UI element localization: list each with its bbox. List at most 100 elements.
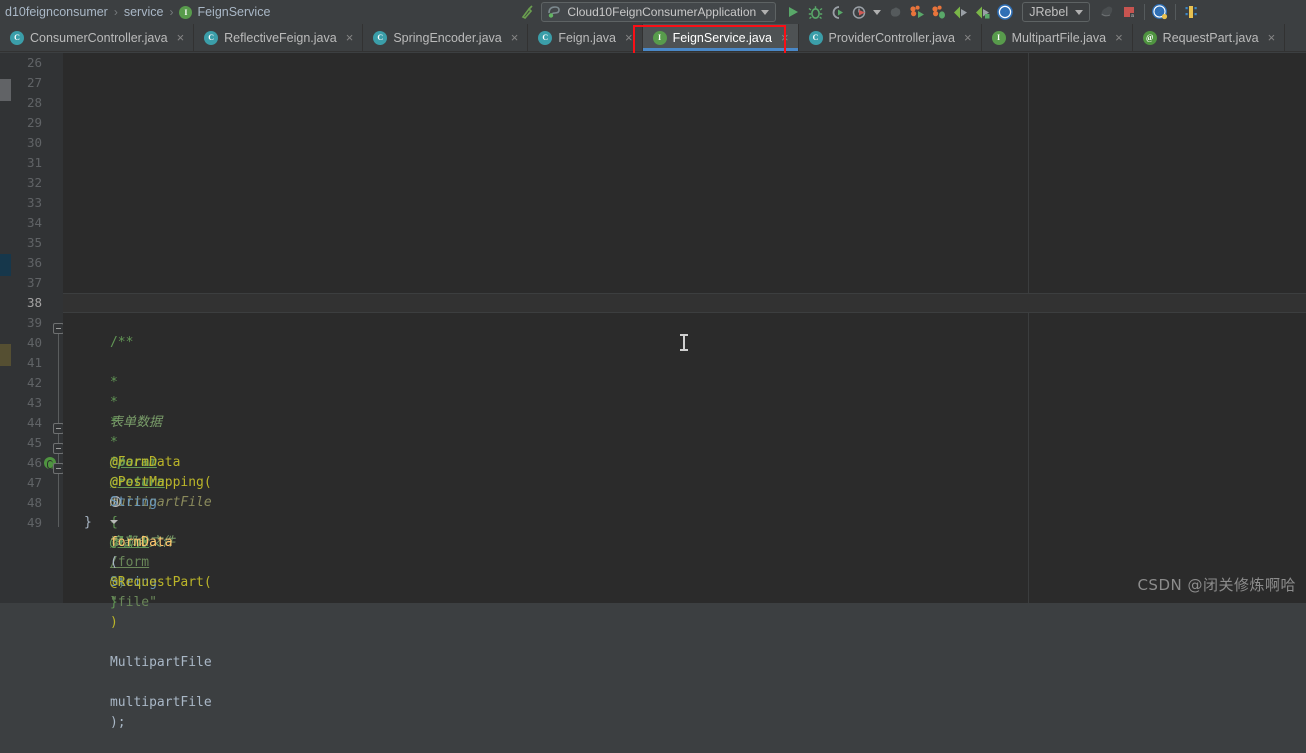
editor-marker-strip[interactable]: [0, 53, 11, 603]
line-number-current: 38: [26, 295, 42, 310]
layout-icon[interactable]: [1180, 2, 1202, 22]
stop-application-button[interactable]: a: [1118, 2, 1140, 22]
toolbar-divider: [1175, 4, 1177, 20]
line-number: 31: [26, 155, 42, 170]
class-icon: C: [808, 30, 823, 45]
run-configuration-selector[interactable]: Cloud10FeignConsumerApplication: [541, 2, 777, 22]
line-number: 27: [26, 75, 42, 90]
line-number: 48: [26, 495, 42, 510]
caret-row-highlight: [63, 293, 1306, 313]
code-editor[interactable]: 26 27 28 29 30 31 32 33 34 35 36 37 38 3…: [0, 53, 1306, 730]
line-number: 35: [26, 235, 42, 250]
annotation-requestpart: @RequestPart(: [109, 575, 212, 590]
code-line-43: * @return { @link String }: [63, 393, 165, 610]
line-number: 36: [26, 255, 42, 270]
tab-label: ReflectiveFeign.java: [224, 30, 337, 45]
tab-close-icon[interactable]: ×: [964, 30, 972, 45]
code-line-47: String formData ( @RequestPart( "file" )…: [63, 473, 212, 730]
main-toolbar: d10feignconsumer › service › I FeignServ…: [0, 0, 1306, 24]
tab-label: SpringEncoder.java: [393, 30, 502, 45]
compass-icon[interactable]: [1149, 2, 1171, 22]
editor-tab-feignservice[interactable]: I FeignService.java ×: [642, 24, 799, 51]
jrebel-debug-button[interactable]: [928, 2, 950, 22]
marker-bookmark-blue: [0, 254, 11, 276]
editor-tab-springencoder[interactable]: C SpringEncoder.java ×: [363, 24, 529, 51]
line-number: 45: [26, 435, 42, 450]
update-running-app-button[interactable]: [1096, 2, 1118, 22]
jrebel-run-button[interactable]: [906, 2, 928, 22]
line-number: 28: [26, 95, 42, 110]
mouse-text-cursor: [680, 334, 688, 351]
run-with-coverage-button[interactable]: [826, 2, 848, 22]
editor-tab-providercontroller[interactable]: C ProviderController.java ×: [798, 24, 982, 51]
line-number: 43: [26, 395, 42, 410]
tab-close-icon[interactable]: ×: [625, 30, 633, 45]
class-icon: C: [204, 30, 219, 45]
line-number: 47: [26, 475, 42, 490]
jrebel-menu-button[interactable]: JRebel: [1022, 2, 1091, 22]
method-return-type: String: [109, 495, 157, 510]
class-closing-brace: }: [83, 515, 92, 530]
line-number: 29: [26, 115, 42, 130]
line-number: 30: [26, 135, 42, 150]
class-icon: C: [373, 30, 388, 45]
line-number: 32: [26, 175, 42, 190]
breadcrumb-item-module[interactable]: d10feignconsumer: [0, 5, 113, 19]
code-line-41: *: [63, 353, 119, 410]
breadcrumb-module-label: d10feignconsumer: [5, 5, 108, 19]
tab-close-icon[interactable]: ×: [1268, 30, 1276, 45]
code-line-46: @PostMapping( " /form "): [63, 453, 212, 590]
tab-label: ProviderController.java: [828, 30, 955, 45]
debug-button[interactable]: [804, 2, 826, 22]
build-hammer-icon[interactable]: [517, 2, 539, 22]
code-line-42: * @param multipartFile 多部分文件: [63, 373, 212, 550]
line-number: 49: [26, 515, 42, 530]
breadcrumb-item-package[interactable]: service: [119, 5, 169, 19]
editor-tab-bar: C ConsumerController.java × C Reflective…: [0, 24, 1306, 52]
jrebel-label: JRebel: [1029, 5, 1069, 19]
run-button[interactable]: [782, 2, 804, 22]
code-line-44: */: [63, 413, 126, 470]
tab-close-icon[interactable]: ×: [177, 30, 185, 45]
line-number: 33: [26, 195, 42, 210]
tab-close-icon[interactable]: ×: [1115, 30, 1123, 45]
code-line-40: * 表单数据: [63, 333, 162, 430]
line-number: 40: [26, 335, 42, 350]
chevron-down-icon[interactable]: [761, 9, 770, 15]
tab-close-icon[interactable]: ×: [346, 30, 354, 45]
code-text-area[interactable]: /** * 表单数据 * * @param multipartFile 多部分文…: [63, 53, 1306, 730]
xrebel-debug-button[interactable]: [972, 2, 994, 22]
tab-label: Feign.java: [558, 30, 616, 45]
chevron-down-icon[interactable]: [1075, 9, 1084, 15]
code-line-39: /**: [63, 313, 133, 350]
profiler-dropdown-chevron-down-icon[interactable]: [870, 2, 884, 22]
editor-tab-requestpart[interactable]: @ RequestPart.java ×: [1132, 24, 1286, 51]
profiler-button[interactable]: [848, 2, 870, 22]
breadcrumb-class-label: FeignService: [197, 5, 271, 19]
tab-close-icon[interactable]: ×: [511, 30, 519, 45]
svg-text:a: a: [1131, 13, 1134, 19]
editor-tab-multipartfile[interactable]: I MultipartFile.java ×: [981, 24, 1133, 51]
spring-boot-icon: [546, 2, 562, 22]
line-number: 34: [26, 215, 42, 230]
jrebel-compass-icon[interactable]: [994, 2, 1016, 22]
parameter-type: MultipartFile: [109, 655, 212, 670]
class-icon: C: [10, 30, 24, 45]
editor-tab-feign[interactable]: C Feign.java ×: [528, 24, 643, 51]
tab-label: MultipartFile.java: [1011, 30, 1107, 45]
tab-close-icon[interactable]: ×: [781, 30, 789, 45]
interface-icon: I: [179, 5, 193, 19]
editor-tab-consumercontroller[interactable]: C ConsumerController.java ×: [0, 24, 195, 51]
breadcrumb-item-class[interactable]: I FeignService: [174, 5, 275, 19]
right-margin-guide: [1028, 53, 1029, 603]
paren-close-semicolon: );: [109, 715, 126, 730]
annotation-icon: @: [1142, 30, 1157, 45]
marker-warning-olive: [0, 344, 11, 366]
xrebel-run-button[interactable]: [950, 2, 972, 22]
line-number: 44: [26, 415, 42, 430]
parameter-name: multipartFile: [109, 695, 212, 710]
editor-tab-reflectivefeign[interactable]: C ReflectiveFeign.java ×: [194, 24, 364, 51]
stop-button[interactable]: [884, 2, 906, 22]
line-number: 42: [26, 375, 42, 390]
editor-folding-column[interactable]: [53, 53, 64, 603]
